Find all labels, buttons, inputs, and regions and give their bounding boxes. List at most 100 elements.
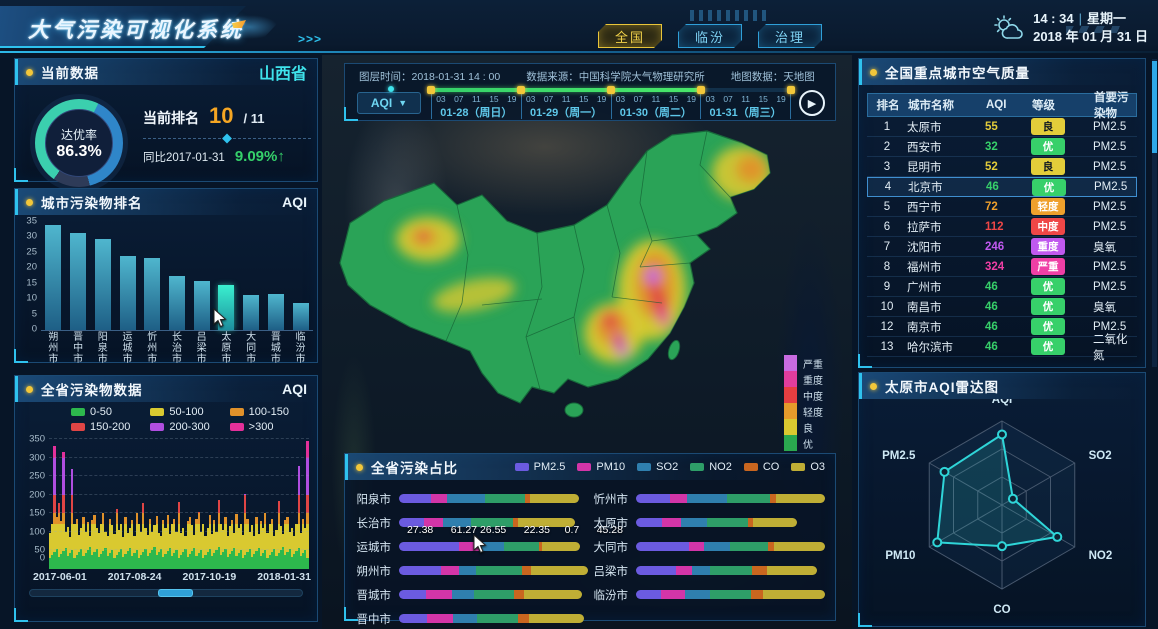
- tab-governance[interactable]: 治理: [758, 24, 822, 48]
- aqi-bar[interactable]: [144, 258, 160, 331]
- header-decoration: [690, 10, 770, 21]
- timeline-marker[interactable]: [517, 86, 525, 94]
- legend-item[interactable]: >300: [230, 421, 309, 433]
- timeline-marker[interactable]: [697, 86, 705, 94]
- timeline-panel: 图层时间：2018-01-31 14 : 00 数据来源：中国科学院大气物理研究…: [344, 63, 836, 121]
- table-row[interactable]: 5西宁市72轻度PM2.5: [867, 197, 1137, 217]
- aqi-bar[interactable]: [194, 281, 210, 330]
- legend-item[interactable]: 150-200: [71, 421, 150, 433]
- chevrons-decoration: >>>: [298, 32, 322, 46]
- timeline-day[interactable]: 030711151901-29（周一）: [521, 93, 611, 119]
- rank-cell: 9: [867, 281, 907, 293]
- stacked-bar[interactable]: [636, 518, 825, 527]
- current-data-panel: 当前数据 山西省 达优率 86.3% 当前排名 10 / 11 同比2017-0…: [14, 58, 318, 182]
- level-badge: 优: [1031, 298, 1065, 315]
- bar-segment: [707, 518, 749, 527]
- aqi-bar[interactable]: [120, 256, 136, 330]
- legend-item[interactable]: PM10: [577, 461, 625, 473]
- legend-label: 中度: [803, 388, 823, 403]
- x-tick: 2017-08-24: [108, 571, 162, 583]
- timeline-day[interactable]: 030711151901-31（周三）: [700, 93, 791, 119]
- table-row[interactable]: 9广州市46优PM2.5: [867, 277, 1137, 297]
- table-row[interactable]: 7沈阳市246重度臭氧: [867, 237, 1137, 257]
- stacked-bar[interactable]: [636, 590, 825, 599]
- bar-segment: [218, 500, 220, 513]
- table-row[interactable]: 13哈尔滨市46优二氧化氮: [867, 337, 1137, 357]
- legend-item[interactable]: CO: [744, 461, 780, 473]
- legend-item[interactable]: NO2: [690, 461, 732, 473]
- pollutant-cell: 臭氧: [1093, 239, 1137, 255]
- bar-segment: [124, 517, 126, 525]
- time-slider[interactable]: 030711151901-28（周日）030711151901-29（周一）03…: [431, 88, 791, 118]
- stacked-bar-fill: [399, 566, 588, 575]
- scrollbar-thumb[interactable]: [1152, 61, 1157, 153]
- aqi-bar[interactable]: [243, 295, 259, 330]
- city-label: 朔州市: [46, 333, 60, 365]
- stacked-bar[interactable]: [399, 590, 588, 599]
- table-row[interactable]: 6拉萨市112中度PM2.5: [867, 217, 1137, 237]
- aqi-cell: 112: [985, 221, 1031, 233]
- bar-segment: [244, 495, 246, 514]
- aqi-bar[interactable]: [293, 303, 309, 330]
- legend-item[interactable]: SO2: [637, 461, 678, 473]
- metric-dropdown[interactable]: AQI ▼: [357, 92, 421, 114]
- aqi-bar[interactable]: [169, 276, 185, 330]
- stacked-bar[interactable]: [636, 542, 825, 551]
- bar-segment: [399, 494, 431, 503]
- slider-thumb[interactable]: [158, 589, 193, 597]
- yoy-value: 9.09%↑: [235, 148, 285, 165]
- timeline-marker[interactable]: [787, 86, 795, 94]
- tab-linfen[interactable]: 临汾: [678, 24, 742, 48]
- level-badge: 中度: [1031, 218, 1065, 235]
- legend-item[interactable]: 200-300: [150, 421, 229, 433]
- legend-item[interactable]: 50-100: [150, 406, 229, 418]
- svg-text:CO: CO: [993, 604, 1010, 616]
- legend-swatch: [784, 371, 797, 387]
- stacked-bar[interactable]: [636, 494, 825, 503]
- legend-item[interactable]: 100-150: [230, 406, 309, 418]
- city-label: 晋中市: [71, 333, 85, 365]
- scrollbar-track[interactable]: [1152, 59, 1157, 367]
- table-row[interactable]: 1太原市55良PM2.5: [867, 117, 1137, 137]
- hour-tick: 03: [526, 94, 535, 104]
- play-button[interactable]: ▶: [799, 90, 825, 116]
- svg-text:PM10: PM10: [885, 550, 915, 562]
- tab-national[interactable]: 全国: [598, 24, 662, 48]
- level-badge: 良: [1031, 158, 1065, 175]
- timeline-marker[interactable]: [427, 86, 435, 94]
- aqi-cell: 46: [986, 181, 1032, 193]
- bar-segment: [142, 513, 144, 524]
- table-row[interactable]: 2西安市32优PM2.5: [867, 137, 1137, 157]
- city-label: 运城市: [351, 539, 399, 555]
- table-row[interactable]: 10南昌市46优臭氧: [867, 297, 1137, 317]
- stacked-bar[interactable]: [636, 566, 825, 575]
- bar-segment: [298, 495, 300, 514]
- aqi-bar[interactable]: [45, 225, 61, 330]
- stacked-bar[interactable]: [399, 494, 588, 503]
- y-tick: 35: [26, 216, 37, 227]
- table-row[interactable]: 3昆明市52良PM2.5: [867, 157, 1137, 177]
- stacked-bar[interactable]: [399, 614, 588, 623]
- legend-item[interactable]: PM2.5: [515, 461, 566, 473]
- bar-segment: [485, 494, 525, 503]
- timeline-marker[interactable]: [607, 86, 615, 94]
- aqi-bar[interactable]: [95, 239, 111, 330]
- legend-item[interactable]: O3: [791, 461, 825, 473]
- timeline-day[interactable]: 030711151901-28（周日）: [431, 93, 521, 119]
- bar-segment: [636, 542, 689, 551]
- aqi-bar[interactable]: [268, 294, 284, 330]
- data-zoom-slider[interactable]: [29, 589, 303, 597]
- stacked-bar[interactable]: [399, 542, 588, 551]
- table-row[interactable]: 8福州市324严重PM2.5: [867, 257, 1137, 277]
- achievement-gauge: 达优率 86.3%: [35, 99, 123, 187]
- rank-cell: 8: [867, 261, 907, 273]
- legend-item[interactable]: 0-50: [71, 406, 150, 418]
- bar-segment: [53, 458, 55, 495]
- stacked-bar[interactable]: [399, 566, 588, 575]
- level-cell: 轻度: [1031, 198, 1093, 215]
- level-cell: 优: [1031, 298, 1093, 315]
- stacked-bar-fill: [399, 494, 579, 503]
- timeline-day[interactable]: 030711151901-30（周二）: [611, 93, 701, 119]
- aqi-bar[interactable]: [70, 233, 86, 330]
- table-row[interactable]: 4北京市46优PM2.5: [867, 177, 1137, 197]
